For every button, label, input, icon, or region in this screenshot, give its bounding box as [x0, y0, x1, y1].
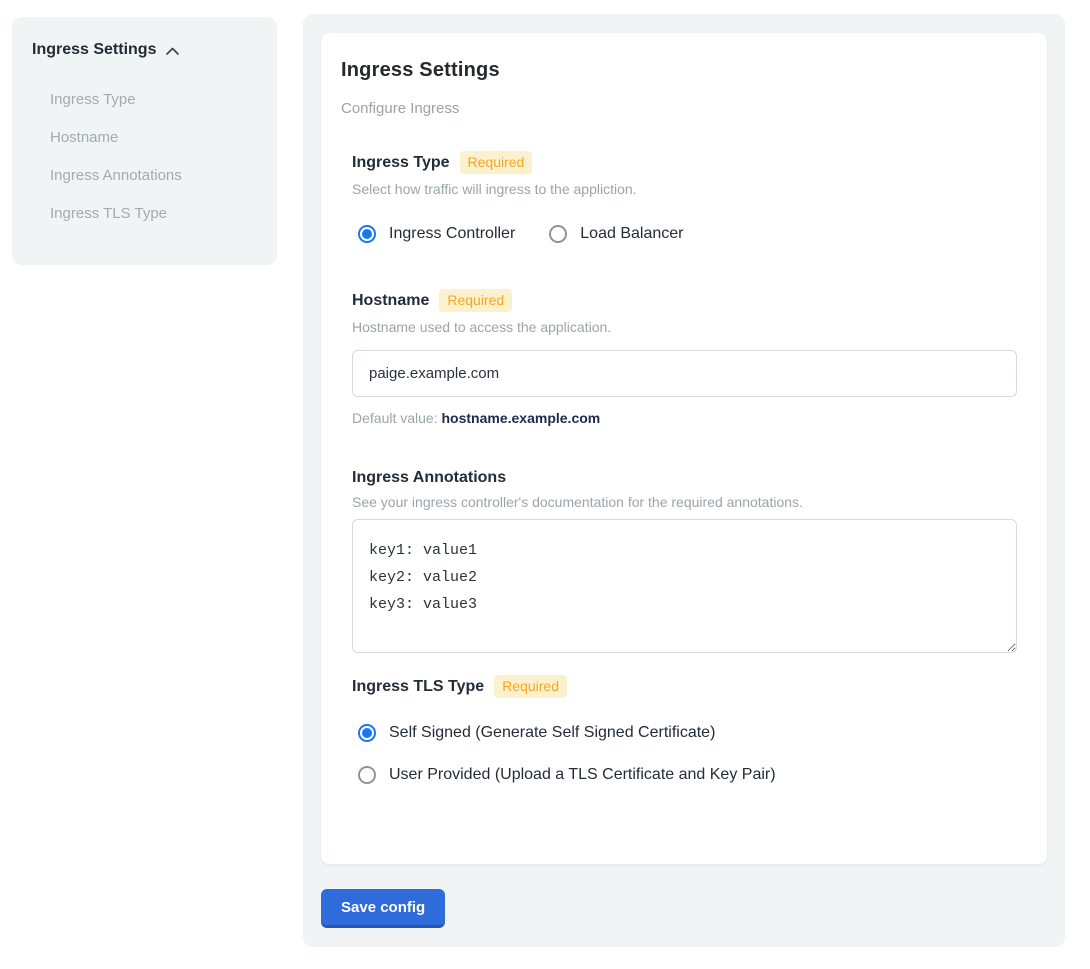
field-ingress-type: Ingress Type Required Select how traffic… — [352, 151, 1017, 243]
radio-option-label: Self Signed (Generate Self Signed Certif… — [389, 724, 715, 742]
required-badge: Required — [460, 151, 533, 174]
ingress-type-radio-group: Ingress Controller Load Balancer — [358, 225, 1017, 243]
ingress-annotations-textarea[interactable]: key1: value1 key2: value2 key3: value3 — [352, 519, 1017, 653]
field-ingress-annotations: Ingress Annotations See your ingress con… — [352, 469, 1017, 653]
radio-option-load-balancer[interactable]: Load Balancer — [549, 225, 683, 243]
sidebar-item-list: Ingress Type Hostname Ingress Annotation… — [32, 81, 257, 233]
radio-option-label: Load Balancer — [580, 225, 683, 243]
ingress-tls-type-radio-group: Self Signed (Generate Self Signed Certif… — [358, 724, 1017, 784]
field-hostname: Hostname Required Hostname used to acces… — [352, 289, 1017, 426]
field-ingress-tls-type: Ingress TLS Type Required Self Signed (G… — [352, 675, 1017, 784]
required-badge: Required — [439, 289, 512, 312]
sidebar-item-ingress-tls-type[interactable]: Ingress TLS Type — [50, 195, 257, 233]
field-label-hostname: Hostname — [352, 292, 429, 310]
page-title: Ingress Settings — [341, 59, 1017, 82]
sidebar-group-ingress-settings[interactable]: Ingress Settings — [32, 41, 257, 59]
radio-selected-icon — [358, 724, 376, 742]
radio-option-label: User Provided (Upload a TLS Certificate … — [389, 766, 776, 784]
field-label-ingress-annotations: Ingress Annotations — [352, 469, 506, 487]
settings-panel: Ingress Settings Configure Ingress Ingre… — [303, 14, 1065, 947]
field-description-ingress-type: Select how traffic will ingress to the a… — [352, 181, 1017, 197]
radio-unselected-icon — [549, 225, 567, 243]
field-description-ingress-annotations: See your ingress controller's documentat… — [352, 494, 1017, 510]
sidebar-item-hostname[interactable]: Hostname — [50, 119, 257, 157]
ingress-settings-sidebar: Ingress Settings Ingress Type Hostname I… — [12, 17, 277, 265]
hostname-input[interactable] — [352, 350, 1017, 397]
field-label-ingress-type: Ingress Type — [352, 154, 450, 172]
required-badge: Required — [494, 675, 567, 698]
radio-option-label: Ingress Controller — [389, 225, 515, 243]
radio-unselected-icon — [358, 766, 376, 784]
card-subtitle: Configure Ingress — [341, 100, 1017, 117]
hostname-default-hint: Default value: hostname.example.com — [352, 410, 1017, 426]
field-label-ingress-tls-type: Ingress TLS Type — [352, 678, 484, 696]
field-description-hostname: Hostname used to access the application. — [352, 319, 1017, 335]
sidebar-item-ingress-annotations[interactable]: Ingress Annotations — [50, 157, 257, 195]
radio-option-ingress-controller[interactable]: Ingress Controller — [358, 225, 515, 243]
save-config-button[interactable]: Save config — [321, 889, 445, 928]
radio-option-self-signed[interactable]: Self Signed (Generate Self Signed Certif… — [358, 724, 1017, 742]
hostname-default-prefix: Default value: — [352, 410, 442, 426]
hostname-default-value: hostname.example.com — [442, 410, 601, 426]
sidebar-item-ingress-type[interactable]: Ingress Type — [50, 81, 257, 119]
ingress-settings-card: Ingress Settings Configure Ingress Ingre… — [321, 33, 1047, 864]
radio-option-user-provided[interactable]: User Provided (Upload a TLS Certificate … — [358, 766, 1017, 784]
chevron-up-icon — [164, 42, 181, 58]
radio-selected-icon — [358, 225, 376, 243]
sidebar-group-label: Ingress Settings — [32, 41, 156, 59]
